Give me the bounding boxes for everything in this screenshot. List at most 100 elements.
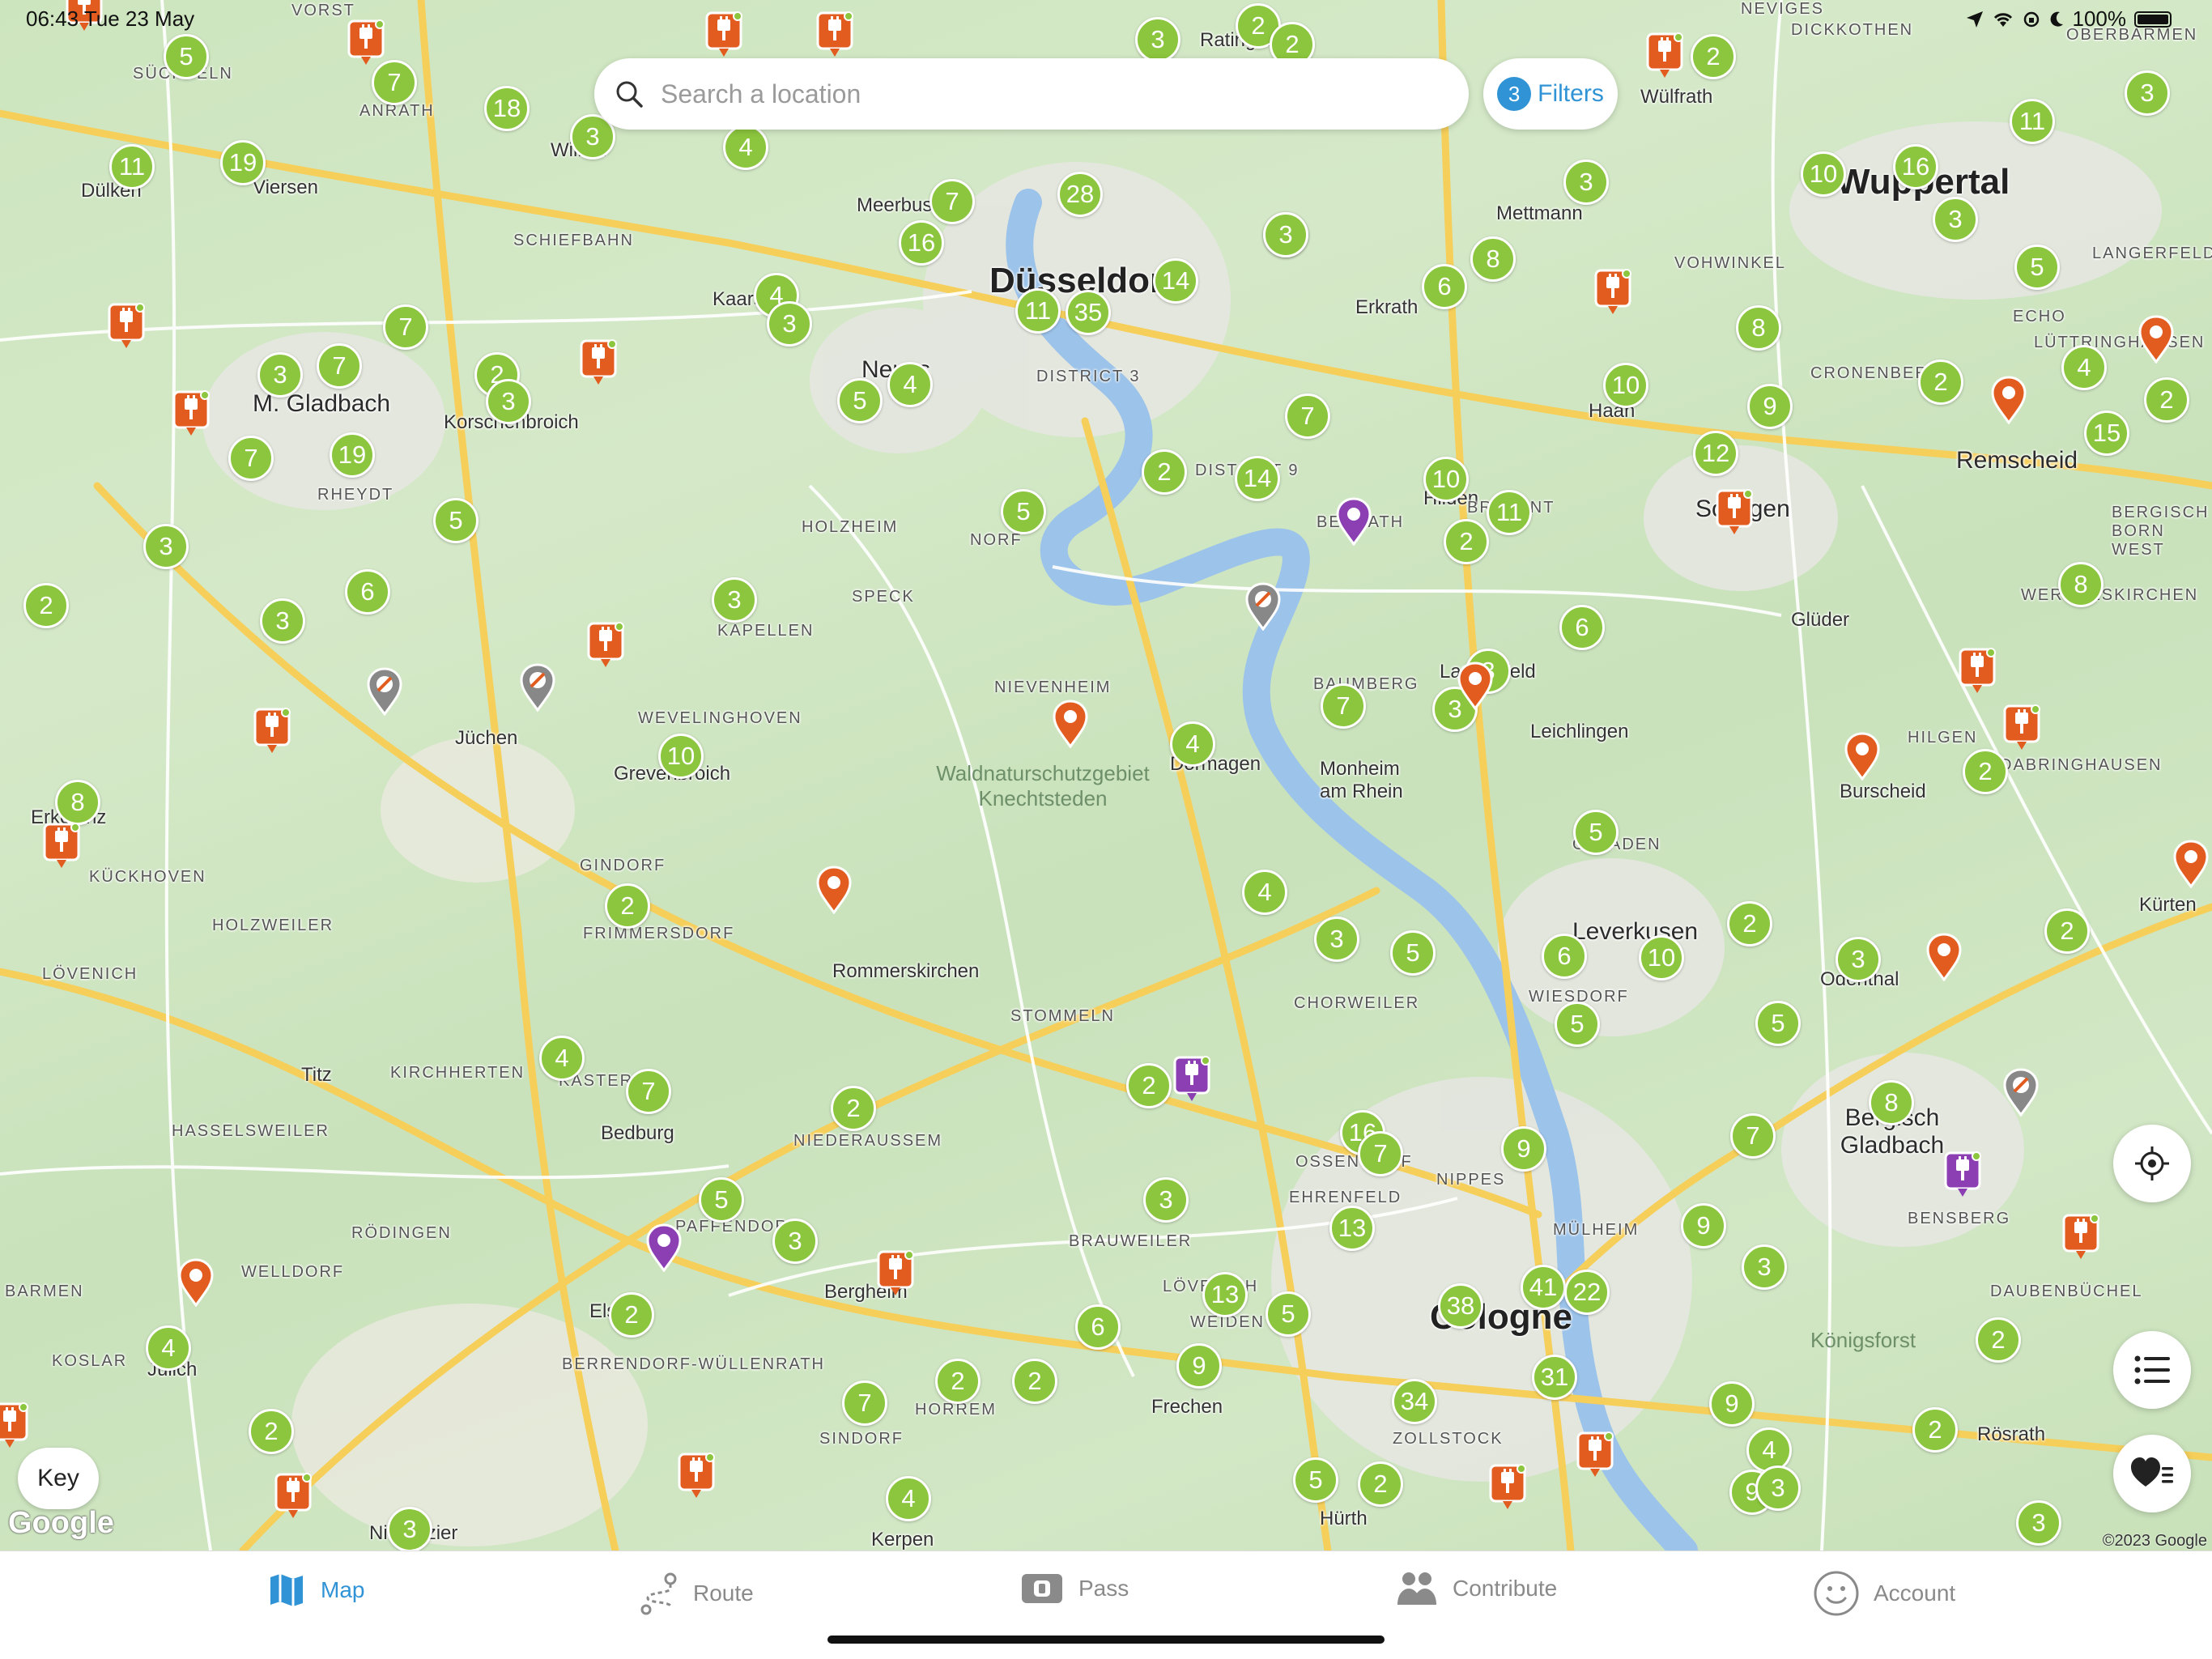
charger-cluster[interactable]: 35 [1066,290,1111,335]
location-pin[interactable] [1844,732,1881,781]
charger-cluster[interactable]: 2 [609,1292,654,1338]
charger-cluster[interactable]: 5 [2014,245,2060,290]
charger-cluster[interactable]: 7 [1730,1113,1776,1159]
charger-cluster[interactable]: 2 [1976,1317,2021,1363]
charger-cluster[interactable]: 7 [626,1069,671,1114]
charger-cluster[interactable]: 2 [2044,908,2090,954]
charger-cluster[interactable]: 2 [23,583,69,628]
charger-cluster[interactable]: 4 [886,1476,931,1521]
charger-cluster[interactable]: 5 [1390,930,1436,976]
charger-cluster[interactable]: 2 [249,1409,294,1454]
charger-cluster[interactable]: 19 [330,432,375,478]
charger-cluster[interactable]: 3 [486,379,531,424]
charger-pin[interactable] [877,1250,914,1299]
charger-cluster[interactable]: 3 [772,1219,818,1264]
charger-cluster[interactable]: 10 [1603,363,1648,408]
charger-cluster[interactable]: 9 [1176,1343,1222,1389]
charger-pin[interactable] [253,708,291,756]
charger-cluster[interactable]: 7 [1285,393,1330,439]
charger-cluster[interactable]: 41 [1521,1265,1566,1310]
charger-cluster[interactable]: 2 [1727,901,1772,946]
charger-pin[interactable] [2062,1214,2099,1262]
inactive-pin[interactable] [519,663,556,712]
search-bar[interactable] [594,58,1469,130]
location-pin[interactable] [2138,315,2175,364]
charger-pin[interactable] [1646,32,1683,81]
charger-cluster[interactable]: 2 [2144,377,2189,423]
charger-cluster[interactable]: 14 [1235,456,1280,501]
tab-pass[interactable]: Pass [1020,1571,1129,1606]
filters-button[interactable]: 3 Filters [1483,58,1618,130]
charger-cluster[interactable]: 7 [929,179,975,224]
charger-pin[interactable] [1594,269,1631,317]
charger-cluster[interactable]: 6 [1075,1304,1121,1350]
partner-pin[interactable] [1335,497,1372,546]
location-pin[interactable] [815,866,853,914]
charger-cluster[interactable]: 5 [1555,1002,1600,1047]
charger-cluster[interactable]: 3 [257,352,303,398]
charger-cluster[interactable]: 6 [1422,264,1467,309]
charger-cluster[interactable]: 7 [317,343,362,389]
location-pin[interactable] [2172,840,2210,888]
charger-cluster[interactable]: 4 [1242,870,1287,915]
charger-cluster[interactable]: 2 [1963,749,2008,794]
charger-cluster[interactable]: 2 [1126,1063,1172,1108]
charger-cluster[interactable]: 2 [1142,449,1187,495]
charger-cluster[interactable]: 6 [1559,605,1605,650]
charger-cluster[interactable]: 10 [1801,151,1846,197]
charger-cluster[interactable]: 11 [2010,99,2055,144]
charger-cluster[interactable]: 6 [1542,934,1587,979]
inactive-pin[interactable] [2002,1068,2040,1117]
charger-cluster[interactable]: 4 [723,125,768,170]
charger-cluster[interactable]: 34 [1392,1379,1437,1424]
location-pin[interactable] [1925,933,1963,981]
inactive-pin[interactable] [366,667,403,716]
charger-cluster[interactable]: 5 [699,1177,744,1223]
charger-cluster[interactable]: 9 [1709,1381,1755,1427]
charger-pin[interactable] [1576,1431,1614,1480]
charger-cluster[interactable]: 13 [1202,1272,1248,1317]
location-pin[interactable] [1457,661,1494,710]
charger-cluster[interactable]: 3 [143,524,189,569]
favourites-button[interactable] [2113,1435,2191,1512]
charger-cluster[interactable]: 2 [605,883,650,929]
search-input[interactable] [659,78,1440,110]
home-indicator[interactable] [827,1636,1385,1644]
charger-pin[interactable] [1716,489,1753,538]
charger-cluster[interactable]: 2 [1912,1407,1958,1453]
charger-cluster[interactable]: 4 [539,1036,585,1081]
charger-cluster[interactable]: 2 [1444,519,1489,564]
charger-cluster[interactable]: 10 [658,734,704,779]
charger-cluster[interactable]: 8 [1470,236,1516,282]
charger-cluster[interactable]: 9 [1681,1203,1726,1249]
charger-pin[interactable] [1489,1464,1526,1512]
charger-cluster[interactable]: 11 [1487,490,1532,535]
charger-cluster[interactable]: 3 [260,598,305,644]
charger-cluster[interactable]: 5 [1573,810,1619,855]
charger-cluster[interactable]: 8 [2058,562,2104,607]
charger-cluster[interactable]: 4 [1170,721,1215,767]
charger-cluster[interactable]: 7 [383,304,428,350]
charger-cluster[interactable]: 8 [1869,1080,1914,1125]
charger-pin[interactable] [580,339,617,388]
charger-pin[interactable] [1959,648,1996,696]
charger-cluster[interactable]: 4 [2061,345,2107,390]
partner-pin[interactable] [645,1223,683,1272]
charger-pin[interactable] [678,1453,715,1501]
charger-cluster[interactable]: 4 [146,1325,191,1371]
charger-cluster[interactable]: 9 [1501,1126,1546,1172]
charger-cluster[interactable]: 10 [1423,457,1469,502]
tab-map[interactable]: Map [267,1571,364,1610]
key-button[interactable]: Key [18,1448,99,1509]
charger-cluster[interactable]: 2 [935,1359,981,1404]
tab-route[interactable]: Route [640,1571,754,1616]
location-pin[interactable] [177,1258,215,1307]
charger-cluster[interactable]: 7 [228,436,274,481]
charger-cluster[interactable]: 5 [837,378,883,423]
charger-pin[interactable] [2003,704,2040,753]
charger-cluster[interactable]: 3 [1933,197,1978,242]
charger-cluster[interactable]: 12 [1693,431,1738,476]
charger-cluster[interactable]: 16 [1893,144,1938,189]
charger-pin[interactable] [108,303,145,351]
charger-cluster[interactable]: 3 [1742,1244,1787,1290]
